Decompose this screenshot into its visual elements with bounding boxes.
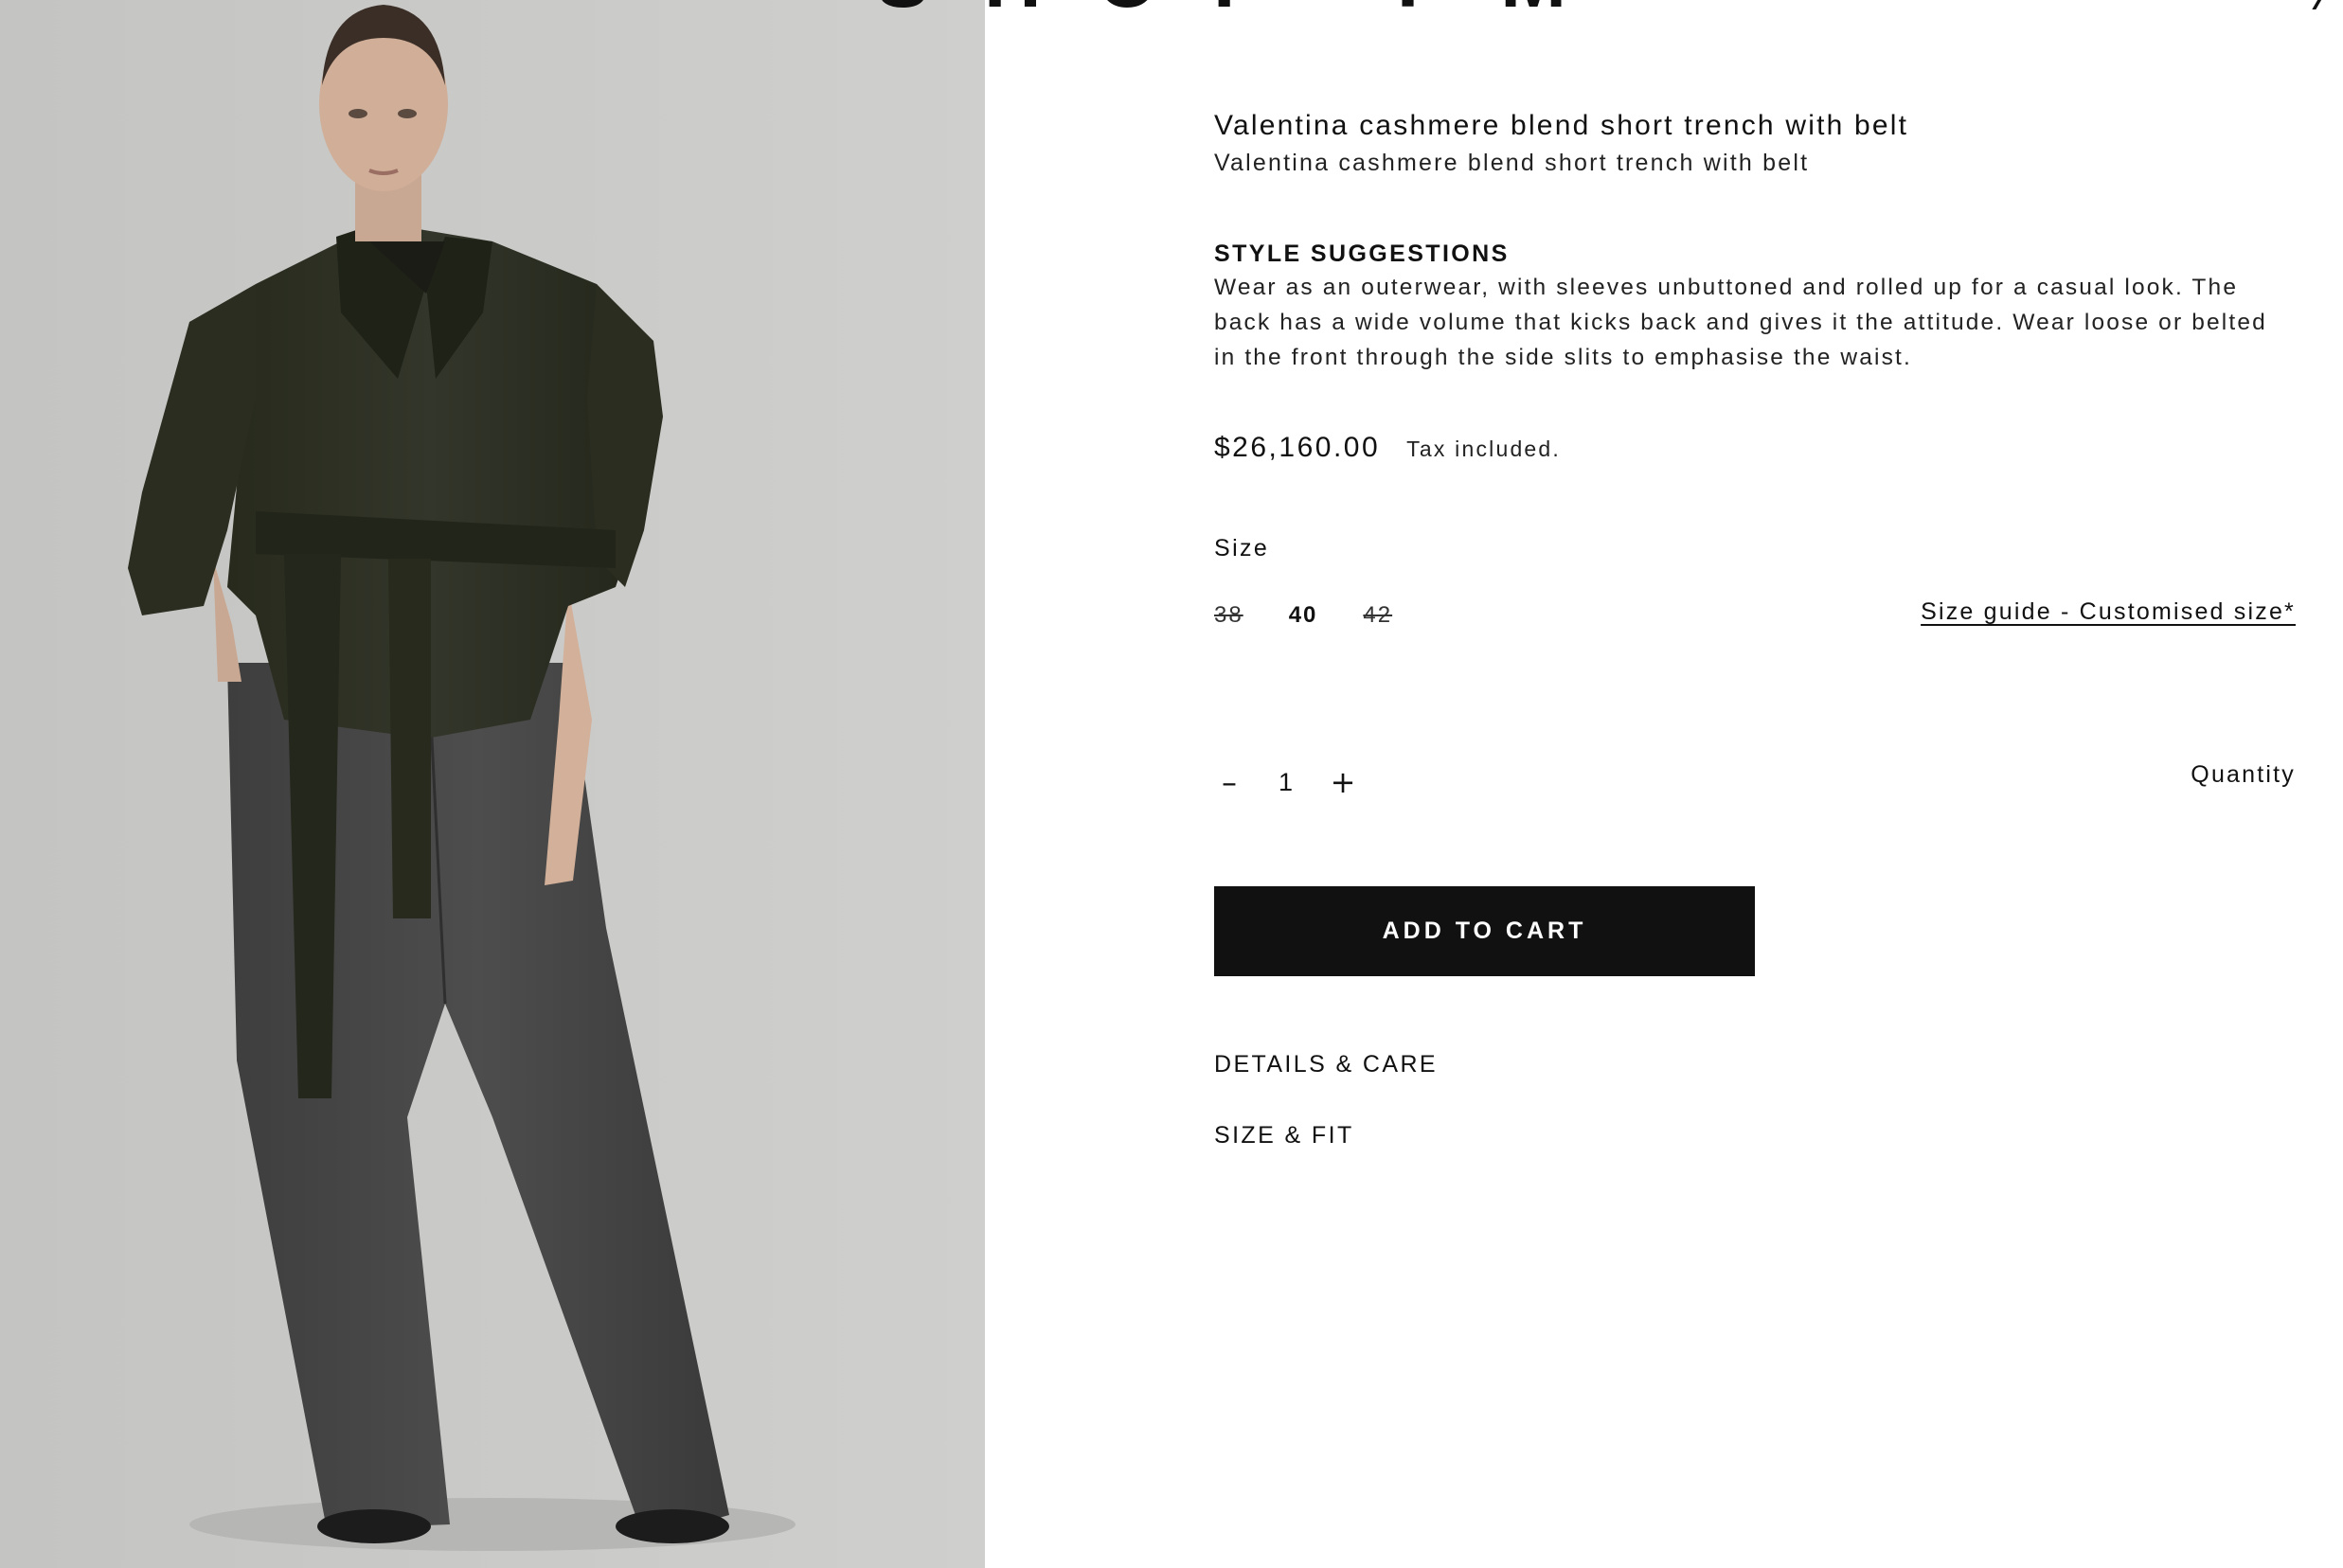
- details-care-accordion[interactable]: DETAILS & CARE: [1214, 1051, 1438, 1078]
- tax-note: Tax included.: [1406, 437, 1562, 461]
- size-selector: 38 40 42: [1214, 602, 1392, 629]
- product-page: SHOP FM Valentina cashmere blend short t…: [0, 0, 2343, 1568]
- product-title: Valentina cashmere blend short trench wi…: [1214, 110, 1909, 141]
- quantity-stepper: – 1 +: [1214, 763, 1358, 801]
- product-subtitle: Valentina cashmere blend short trench wi…: [1214, 150, 1810, 176]
- size-option-40[interactable]: 40: [1289, 602, 1318, 629]
- product-info: Valentina cashmere blend short trench wi…: [1214, 0, 2296, 1568]
- size-option-42[interactable]: 42: [1363, 602, 1392, 629]
- close-icon[interactable]: [2312, 0, 2343, 9]
- size-fit-accordion[interactable]: SIZE & FIT: [1214, 1122, 1354, 1149]
- add-to-cart-button[interactable]: ADD TO CART: [1214, 886, 1755, 976]
- size-option-38[interactable]: 38: [1214, 602, 1243, 629]
- product-price: $26,160.00: [1214, 432, 1381, 463]
- price-row: $26,160.00 Tax included.: [1214, 432, 1561, 464]
- product-image: [0, 0, 985, 1568]
- style-suggestions-text: Wear as an outerwear, with sleeves unbut…: [1214, 275, 2267, 370]
- quantity-decrement-button[interactable]: –: [1214, 763, 1244, 801]
- size-label: Size: [1214, 535, 1270, 561]
- size-guide-link[interactable]: Size guide - Customised size*: [1921, 598, 2296, 626]
- quantity-value[interactable]: 1: [1244, 768, 1328, 797]
- quantity-increment-button[interactable]: +: [1328, 763, 1358, 801]
- quantity-label: Quantity: [2191, 761, 2296, 788]
- style-suggestions-heading: STYLE SUGGESTIONS: [1214, 241, 1510, 267]
